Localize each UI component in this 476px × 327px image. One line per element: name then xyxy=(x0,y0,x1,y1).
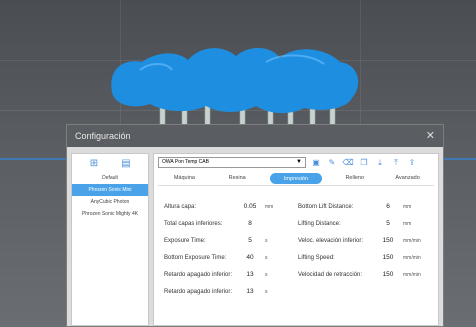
field-value-input[interactable]: 150 xyxy=(376,252,400,263)
field-value-input[interactable]: 0.05 xyxy=(238,201,262,212)
field-unit: s xyxy=(265,271,268,278)
dialog-titlebar[interactable]: Configuración ✕ xyxy=(67,125,443,147)
delete-icon[interactable]: ⌫ xyxy=(342,157,354,168)
copy-icon[interactable]: ❐ xyxy=(358,157,370,168)
field-unit: mm/min xyxy=(403,271,421,278)
field-bottom-exposure-time: Bottom Exposure Time: 40 s xyxy=(164,252,298,263)
field-label: Retardo apagado inferior: xyxy=(164,271,233,278)
settings-row: Retardo apagado inferior: 13 s Velocidad… xyxy=(164,266,432,283)
field-unit: mm xyxy=(403,203,412,210)
field-label: Exposure Time: xyxy=(164,237,206,244)
tab-resina[interactable]: Resina xyxy=(211,172,264,185)
settings-row: Exposure Time: 5 s Veloc. elevación infe… xyxy=(164,232,432,249)
material-profile-select[interactable]: OWA Pon Temp CAB ▼ xyxy=(158,156,306,168)
edit-icon[interactable]: ✎ xyxy=(326,157,338,168)
field-label: Lifting Distance: xyxy=(298,220,341,227)
field-unit: s xyxy=(265,254,268,261)
tab-avanzado[interactable]: Avanzado xyxy=(381,172,434,185)
settings-row: Bottom Exposure Time: 40 s Lifting Speed… xyxy=(164,249,432,266)
field-layer-height: Altura capa: 0.05 mm xyxy=(164,201,298,212)
dental-model xyxy=(111,47,359,114)
field-label: Retardo apagado inferior: xyxy=(164,288,233,295)
field-value-input[interactable]: 40 xyxy=(238,252,262,263)
field-lifting-speed: Lifting Speed: 150 mm/min xyxy=(298,252,432,263)
field-label: Bottom Lift Distance: xyxy=(298,203,354,210)
material-profile-value: OWA Pon Temp CAB xyxy=(162,159,209,165)
settings-row: Altura capa: 0.05 mm Bottom Lift Distanc… xyxy=(164,198,432,215)
settings-panel: OWA Pon Temp CAB ▼ ▣ ✎ ⌫ ❐ ⤓ ⤒ ⇪ Máquina… xyxy=(153,153,439,326)
model-mesh xyxy=(111,47,359,114)
export-icon[interactable]: ▤ xyxy=(119,158,133,170)
field-label: Veloc. elevación inferior: xyxy=(298,237,364,244)
import-icon[interactable]: ⊞ xyxy=(87,158,101,170)
settings-row: Retardo apagado inferior: 13 s xyxy=(164,283,432,300)
field-label: Total capas inferiores: xyxy=(164,220,223,227)
field-unit: s xyxy=(265,288,268,295)
field-unit: mm xyxy=(265,203,274,210)
field-value-input[interactable]: 13 xyxy=(238,269,262,280)
export-icon[interactable]: ⤒ xyxy=(390,157,402,168)
field-bottom-layers: Total capas inferiores: 8 xyxy=(164,218,298,229)
field-lifting-distance: Lifting Distance: 5 mm xyxy=(298,218,432,229)
field-label: Altura capa: xyxy=(164,203,197,210)
profile-list-panel: ⊞ ▤ Default Phrozen Sonic Mini AnyCubic … xyxy=(71,153,149,326)
field-bottom-off-delay: Retardo apagado inferior: 13 s xyxy=(164,269,298,280)
field-value-input[interactable]: 8 xyxy=(238,218,262,229)
field-label: Bottom Exposure Time: xyxy=(164,254,227,261)
tab-impresion[interactable]: Impresión xyxy=(269,173,323,184)
field-unit: mm/min xyxy=(403,237,421,244)
profile-list-item[interactable]: AnyCubic Photon xyxy=(72,196,148,208)
field-value-input[interactable]: 6 xyxy=(376,201,400,212)
field-value-input[interactable]: 5 xyxy=(238,235,262,246)
settings-row: Total capas inferiores: 8 Lifting Distan… xyxy=(164,215,432,232)
profile-list-item[interactable]: Phrozen Sonic Mighty 4K xyxy=(72,208,148,220)
field-label: Lifting Speed: xyxy=(298,254,335,261)
chevron-down-icon: ▼ xyxy=(296,158,302,165)
field-bottom-lift-distance: Bottom Lift Distance: 6 mm xyxy=(298,201,432,212)
field-unit: s xyxy=(265,237,268,244)
field-bottom-lift-speed: Veloc. elevación inferior: 150 mm/min xyxy=(298,235,432,246)
field-value-input[interactable]: 5 xyxy=(376,218,400,229)
settings-dialog: Configuración ✕ ⊞ ▤ Default Phrozen Soni… xyxy=(66,124,444,327)
field-value-input[interactable]: 13 xyxy=(238,286,262,297)
save-icon[interactable]: ▣ xyxy=(310,157,322,168)
profile-list-item[interactable]: Phrozen Sonic Mini xyxy=(72,184,148,196)
close-icon[interactable]: ✕ xyxy=(426,129,435,142)
dialog-title: Configuración xyxy=(75,131,131,141)
field-value-input[interactable]: 150 xyxy=(376,269,400,280)
settings-fields: Altura capa: 0.05 mm Bottom Lift Distanc… xyxy=(164,198,432,300)
field-unit: mm xyxy=(403,220,412,227)
field-off-delay: Retardo apagado inferior: 13 s xyxy=(164,286,298,297)
field-retract-speed: Velocidad de retracción: 150 mm/min xyxy=(298,269,432,280)
settings-toolbar: OWA Pon Temp CAB ▼ ▣ ✎ ⌫ ❐ ⤓ ⤒ ⇪ xyxy=(154,154,438,170)
import-icon[interactable]: ⤓ xyxy=(374,157,386,168)
field-label: Velocidad de retracción: xyxy=(298,271,363,278)
tab-maquina[interactable]: Máquina xyxy=(158,172,211,185)
dialog-body: ⊞ ▤ Default Phrozen Sonic Mini AnyCubic … xyxy=(67,147,443,326)
field-unit: mm/min xyxy=(403,254,421,261)
settings-tabs: Máquina Resina Impresión Relleno Avanzad… xyxy=(158,172,434,186)
tab-relleno[interactable]: Relleno xyxy=(328,172,381,185)
field-exposure-time: Exposure Time: 5 s xyxy=(164,235,298,246)
profile-list-toolbar: ⊞ ▤ xyxy=(72,154,148,172)
profile-list-item[interactable]: Default xyxy=(72,172,148,184)
share-icon[interactable]: ⇪ xyxy=(406,157,418,168)
field-value-input[interactable]: 150 xyxy=(376,235,400,246)
